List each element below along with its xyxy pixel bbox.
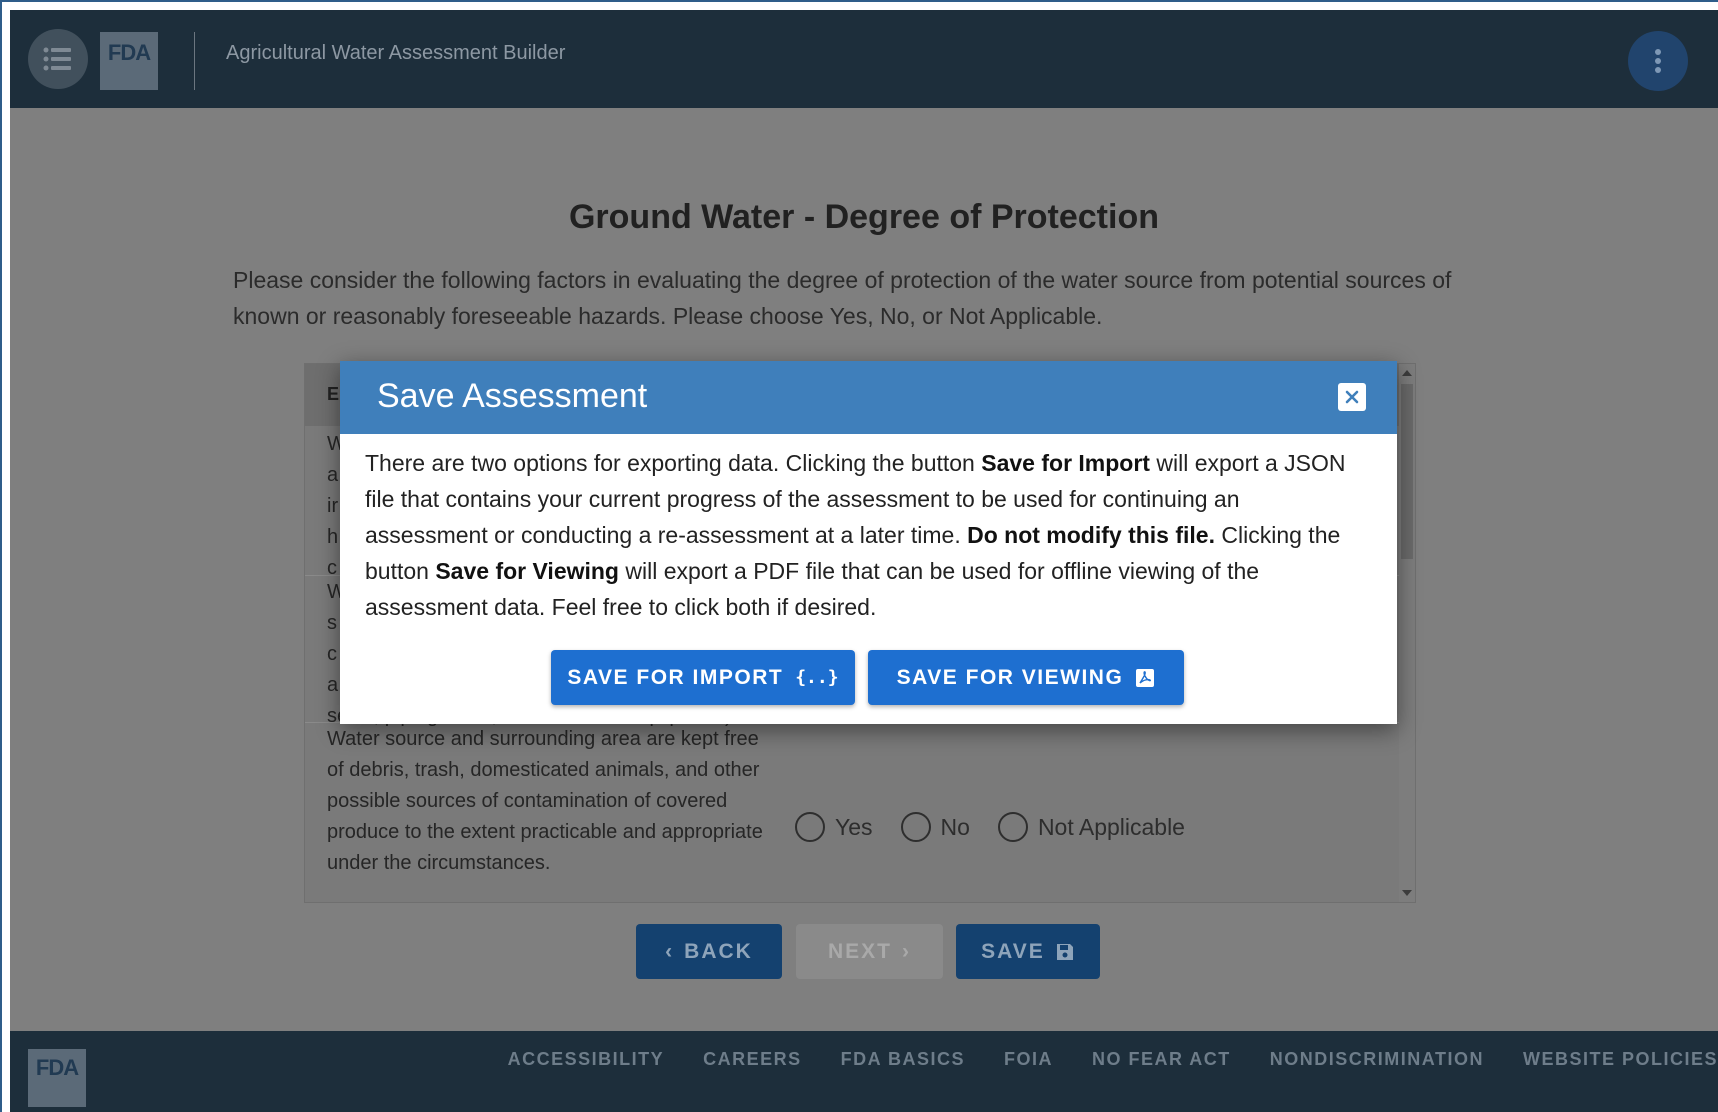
answer-radio-group: Yes No Not Applicable xyxy=(795,812,1203,842)
save-for-import-button[interactable]: SAVE FOR IMPORT {..} xyxy=(551,650,855,705)
chevron-right-icon: › xyxy=(902,939,911,963)
footer: FDA ACCESSIBILITY CAREERS FDA BASICS FOI… xyxy=(10,1031,1718,1112)
navigation-buttons: ‹ BACK NEXT › SAVE xyxy=(10,924,1718,979)
dialog-title: Save Assessment xyxy=(377,377,648,415)
footer-link-accessibility[interactable]: ACCESSIBILITY xyxy=(508,1049,665,1070)
footer-links: ACCESSIBILITY CAREERS FDA BASICS FOIA NO… xyxy=(508,1049,1718,1070)
next-label: NEXT xyxy=(827,939,892,963)
radio-yes-label[interactable]: Yes xyxy=(835,814,873,841)
footer-link-website-policies[interactable]: WEBSITE POLICIES xyxy=(1523,1049,1718,1070)
dialog-header: Save Assessment xyxy=(340,361,1397,434)
body-bold-save-for-import: Save for Import xyxy=(981,450,1150,476)
dialog-body: There are two options for exporting data… xyxy=(365,445,1365,625)
menu-list-icon xyxy=(43,47,71,71)
json-braces-icon: {..} xyxy=(795,667,839,688)
next-button[interactable]: NEXT › xyxy=(796,924,943,979)
table-header-label: E xyxy=(327,384,340,404)
footer-fda-logo[interactable]: FDA xyxy=(28,1049,86,1107)
close-button[interactable] xyxy=(1338,383,1366,411)
floppy-disk-icon xyxy=(1056,943,1073,960)
table-row: Water source and surrounding area are ke… xyxy=(327,728,763,874)
table-scrollbar[interactable] xyxy=(1399,364,1415,902)
page-title: Ground Water - Degree of Protection xyxy=(568,198,1159,236)
page-intro: Please consider the following factors in… xyxy=(233,267,1452,329)
scroll-thumb[interactable] xyxy=(1401,384,1413,559)
radio-no[interactable] xyxy=(900,812,931,842)
close-icon xyxy=(1345,390,1359,404)
radio-not-applicable[interactable] xyxy=(997,812,1028,842)
radio-no-label[interactable]: No xyxy=(941,814,970,841)
save-for-viewing-button[interactable]: SAVE FOR VIEWING xyxy=(868,650,1184,705)
save-for-import-label: SAVE FOR IMPORT xyxy=(567,665,784,689)
scroll-up-arrow[interactable] xyxy=(1402,370,1412,376)
save-assessment-dialog: Save Assessment There are two options fo… xyxy=(340,361,1397,724)
more-options-button[interactable] xyxy=(1628,31,1688,91)
pdf-icon xyxy=(1136,668,1155,687)
save-for-viewing-label: SAVE FOR VIEWING xyxy=(896,665,1124,689)
scroll-down-arrow[interactable] xyxy=(1402,890,1412,896)
footer-link-fda-basics[interactable]: FDA BASICS xyxy=(841,1049,965,1070)
footer-link-nondiscrimination[interactable]: NONDISCRIMINATION xyxy=(1270,1049,1484,1070)
header-divider xyxy=(194,32,195,90)
menu-button[interactable] xyxy=(28,29,88,89)
save-label: SAVE xyxy=(981,939,1045,963)
chevron-left-icon: ‹ xyxy=(665,939,675,963)
more-vertical-icon xyxy=(1655,49,1661,73)
back-button[interactable]: ‹ BACK xyxy=(636,924,782,979)
back-label: BACK xyxy=(684,939,753,963)
footer-link-no-fear-act[interactable]: NO FEAR ACT xyxy=(1092,1049,1231,1070)
body-bold-do-not-modify: Do not modify this file. xyxy=(967,522,1215,548)
radio-yes[interactable] xyxy=(795,812,825,842)
fda-logo[interactable]: FDA xyxy=(100,32,158,90)
save-button[interactable]: SAVE xyxy=(956,924,1100,979)
body-text: There are two options for exporting data… xyxy=(365,450,982,476)
radio-not-applicable-label[interactable]: Not Applicable xyxy=(1038,814,1185,841)
app-title: Agricultural Water Assessment Builder xyxy=(226,42,566,64)
top-app-bar: FDA Agricultural Water Assessment Builde… xyxy=(10,10,1718,108)
footer-link-careers[interactable]: CAREERS xyxy=(703,1049,802,1070)
footer-link-foia[interactable]: FOIA xyxy=(1004,1049,1053,1070)
body-bold-save-for-viewing: Save for Viewing xyxy=(435,558,619,584)
